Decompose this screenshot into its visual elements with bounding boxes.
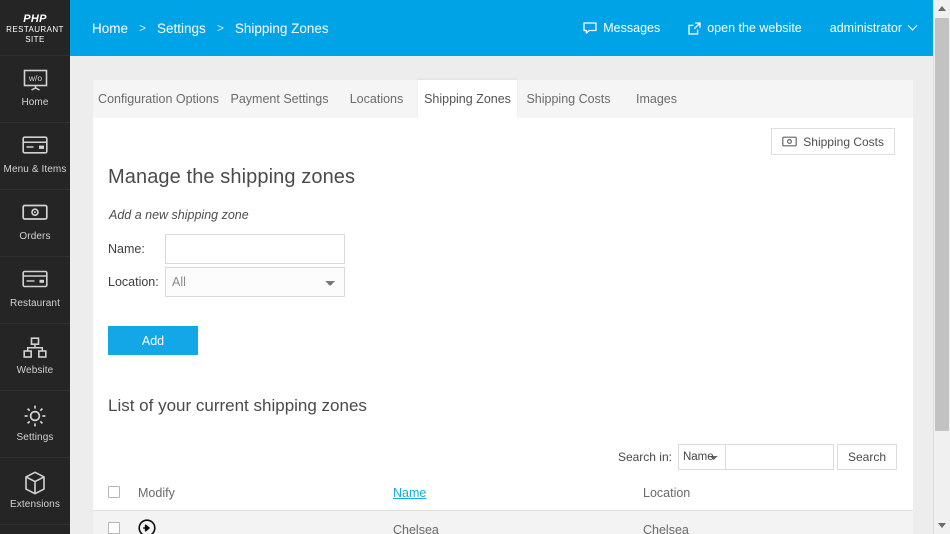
search-in-label: Search in: xyxy=(617,450,672,464)
sidebar-item-settings[interactable]: Settings xyxy=(0,391,70,458)
select-all-cell xyxy=(93,485,138,501)
form-row-name: Name: xyxy=(108,234,345,264)
banknote-icon xyxy=(782,136,798,147)
top-right-menu: Messages open the website administrator xyxy=(555,0,918,56)
row-checkbox[interactable] xyxy=(108,522,120,534)
sidebar-item-website[interactable]: Website xyxy=(0,324,70,391)
sidebar-item-statistics[interactable]: Statistics xyxy=(0,525,70,534)
logo-line-restaurant: RESTAURANT xyxy=(6,25,64,34)
user-menu-label: administrator xyxy=(829,21,902,35)
presentation-board-icon: w/o xyxy=(23,69,48,93)
search-field-select[interactable]: Name xyxy=(677,444,726,470)
add-button[interactable]: Add xyxy=(108,326,198,355)
location-label: Location: xyxy=(108,275,159,289)
sidebar-item-restaurant[interactable]: Restaurant xyxy=(0,257,70,324)
speech-bubble-icon xyxy=(583,22,597,34)
card-list-icon xyxy=(22,136,48,160)
tab-configuration-options[interactable]: Configuration Options xyxy=(93,80,224,118)
tab-images[interactable]: Images xyxy=(620,80,693,118)
app-logo[interactable]: PHP RESTAURANT SITE xyxy=(0,0,70,56)
sidebar-item-extensions[interactable]: Extensions xyxy=(0,458,70,525)
page-scrollbar[interactable] xyxy=(933,0,950,534)
page-subtitle: Add a new shipping zone xyxy=(109,208,249,222)
sidebar-label-menu-items: Menu & Items xyxy=(3,164,67,175)
form-row-location: Location: All xyxy=(108,267,345,297)
location-select[interactable]: All xyxy=(165,267,345,297)
search-input[interactable] xyxy=(725,444,834,470)
shipping-costs-button-label: Shipping Costs xyxy=(803,134,884,149)
list-heading: List of your current shipping zones xyxy=(108,396,367,415)
table-row[interactable]: Chelsea Chelsea xyxy=(93,510,913,534)
sidebar-label-settings: Settings xyxy=(16,432,54,443)
top-header-bar: Home > Settings > Shipping Zones Message… xyxy=(70,0,933,56)
sidebar-item-orders[interactable]: Orders xyxy=(0,190,70,257)
row-location: Chelsea xyxy=(643,522,689,534)
tab-shipping-zones[interactable]: Shipping Zones xyxy=(418,80,517,118)
cube-icon xyxy=(24,471,46,495)
circle-arrow-right-icon[interactable] xyxy=(138,519,156,534)
row-modify-cell xyxy=(138,519,393,534)
messages-label: Messages xyxy=(603,21,661,35)
name-input[interactable] xyxy=(165,234,345,264)
sidebar-label-restaurant: Restaurant xyxy=(10,298,60,309)
sidebar-label-orders: Orders xyxy=(19,231,51,242)
tab-bar: Configuration Options Payment Settings L… xyxy=(93,80,913,118)
sort-by-name-link[interactable]: Name xyxy=(393,486,426,500)
page-title: Manage the shipping zones xyxy=(108,166,356,188)
breadcrumb: Home > Settings > Shipping Zones xyxy=(92,0,329,56)
chevron-up-icon xyxy=(938,6,946,11)
sidebar-label-extensions: Extensions xyxy=(10,499,60,510)
shipping-zones-table: Modify Name Location Chelsea Chelsea xyxy=(93,476,913,534)
name-label: Name: xyxy=(108,242,145,256)
sitemap-icon xyxy=(23,337,47,361)
logo-line-php: PHP xyxy=(23,13,47,25)
gear-icon xyxy=(23,404,47,428)
page-body: Configuration Options Payment Settings L… xyxy=(70,56,933,534)
sidebar-label-website: Website xyxy=(16,365,54,376)
search-bar: Search in: Name Search xyxy=(618,444,897,470)
open-website-link[interactable]: open the website xyxy=(688,21,802,35)
external-link-icon xyxy=(688,21,701,35)
search-button[interactable]: Search xyxy=(836,444,897,470)
column-header-name: Name xyxy=(393,486,643,500)
chevron-down-icon xyxy=(938,523,946,528)
application-window: PHP RESTAURANT SITE w/o Home Menu & Item… xyxy=(0,0,950,534)
tab-locations[interactable]: Locations xyxy=(335,80,418,118)
breadcrumb-separator: > xyxy=(139,21,147,35)
breadcrumb-separator: > xyxy=(216,21,224,35)
logo-line-site: SITE xyxy=(25,34,45,44)
sidebar-item-menu-items[interactable]: Menu & Items xyxy=(0,123,70,190)
content-card: Shipping Costs Manage the shipping zones… xyxy=(93,118,913,534)
row-select-cell xyxy=(93,522,138,534)
breadcrumb-item-shipping-zones[interactable]: Shipping Zones xyxy=(235,21,329,36)
sidebar-label-home: Home xyxy=(21,97,49,108)
tab-shipping-costs[interactable]: Shipping Costs xyxy=(517,80,620,118)
scrollbar-thumb[interactable] xyxy=(935,18,949,431)
sidebar-item-home[interactable]: w/o Home xyxy=(0,56,70,123)
breadcrumb-item-home[interactable]: Home xyxy=(92,21,128,36)
row-name: Chelsea xyxy=(393,522,439,534)
sidebar: PHP RESTAURANT SITE w/o Home Menu & Item… xyxy=(0,0,70,534)
scrollbar-up-button[interactable] xyxy=(934,0,950,17)
table-header-row: Modify Name Location xyxy=(93,476,913,510)
card-lines-icon xyxy=(22,270,48,294)
chevron-down-icon xyxy=(907,20,918,31)
open-website-label: open the website xyxy=(707,21,802,35)
scrollbar-down-button[interactable] xyxy=(934,517,950,534)
messages-link[interactable]: Messages xyxy=(583,21,660,35)
shipping-costs-button[interactable]: Shipping Costs xyxy=(771,128,895,155)
svg-text:w/o: w/o xyxy=(27,73,42,83)
user-menu[interactable]: administrator xyxy=(829,20,918,35)
select-all-checkbox[interactable] xyxy=(108,485,120,498)
banknote-icon xyxy=(22,203,48,227)
column-header-location: Location xyxy=(643,486,691,500)
breadcrumb-item-settings[interactable]: Settings xyxy=(157,21,206,36)
tab-payment-settings[interactable]: Payment Settings xyxy=(224,80,335,118)
column-header-modify: Modify xyxy=(138,486,175,500)
